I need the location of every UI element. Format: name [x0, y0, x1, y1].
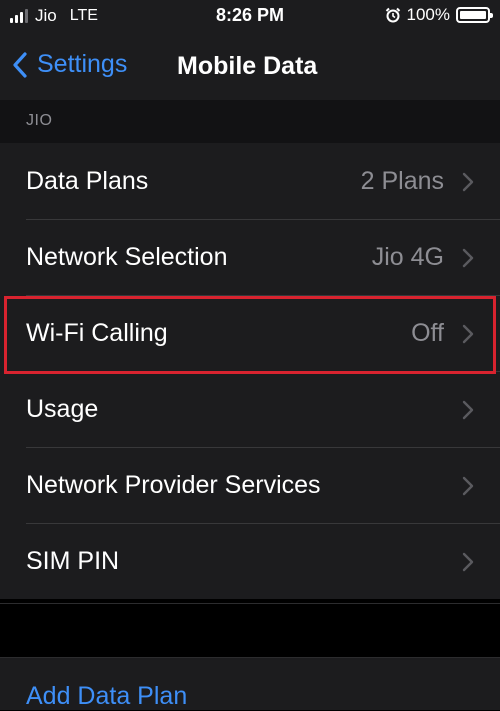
- add-data-plan-button[interactable]: Add Data Plan: [0, 658, 500, 710]
- status-right: 100%: [385, 5, 493, 25]
- settings-list: Data Plans 2 Plans Network Selection Jio…: [0, 143, 500, 599]
- chevron-right-icon: [462, 172, 474, 192]
- row-label: SIM PIN: [26, 546, 120, 575]
- row-label: Wi-Fi Calling: [26, 318, 168, 347]
- add-data-plan-label: Add Data Plan: [26, 682, 188, 710]
- row-label: Data Plans: [26, 166, 149, 195]
- page-title: Mobile Data: [177, 52, 318, 80]
- battery-percentage: 100%: [406, 5, 450, 24]
- section-header: JIO: [0, 100, 500, 143]
- usage-row[interactable]: Usage: [0, 371, 500, 447]
- row-label: Network Provider Services: [26, 470, 321, 499]
- section-header-label: JIO: [26, 112, 53, 129]
- chevron-right-icon: [462, 324, 474, 344]
- chevron-right-icon: [462, 400, 474, 420]
- row-label: Usage: [26, 394, 99, 423]
- wifi-calling-row[interactable]: Wi-Fi Calling Off: [0, 295, 500, 371]
- chevron-left-icon: [13, 51, 27, 78]
- alarm-icon: [385, 7, 400, 23]
- row-value: Jio 4G: [371, 242, 444, 271]
- navigation-bar: Settings Mobile Data: [0, 34, 500, 101]
- battery-icon: [456, 7, 493, 23]
- chevron-right-icon: [462, 248, 474, 268]
- data-plans-row[interactable]: Data Plans 2 Plans: [0, 143, 500, 219]
- status-bar: Jio LTE 8:26 PM 100%: [0, 0, 500, 34]
- chevron-right-icon: [462, 476, 474, 496]
- section-spacer: [0, 603, 500, 658]
- chevron-right-icon: [462, 552, 474, 572]
- back-button[interactable]: Settings: [12, 50, 127, 79]
- back-button-label: Settings: [37, 50, 128, 78]
- network-provider-services-row[interactable]: Network Provider Services: [0, 447, 500, 523]
- row-label: Network Selection: [26, 242, 228, 271]
- row-value: 2 Plans: [360, 166, 444, 195]
- network-selection-row[interactable]: Network Selection Jio 4G: [0, 219, 500, 295]
- sim-pin-row[interactable]: SIM PIN: [0, 523, 500, 599]
- row-value: Off: [411, 318, 444, 347]
